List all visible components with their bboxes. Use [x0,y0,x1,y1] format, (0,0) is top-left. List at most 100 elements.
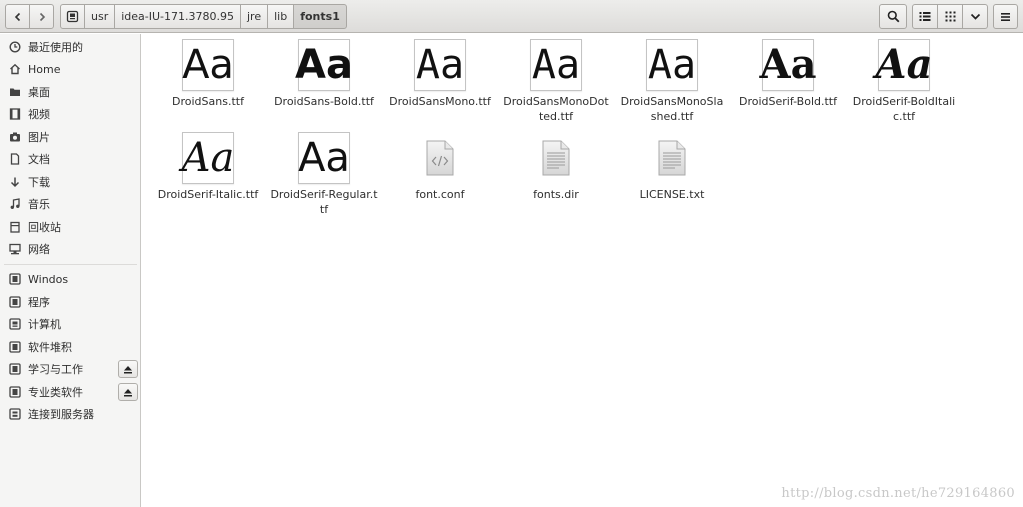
grid-view-button[interactable] [937,4,963,29]
breadcrumb-usr[interactable]: usr [84,4,116,29]
drive-icon [8,296,21,309]
font-preview-thumbnail: Aa [530,39,582,91]
file-item[interactable]: Aa DroidSansMonoDotted.ttf [498,39,614,124]
sidebar-item-trash[interactable]: 回收站 [0,216,140,238]
sidebar-item-label: 回收站 [28,221,61,234]
sidebar: 最近使用的 Home 桌面 视频 图片 文档 下载 音乐 回收站 网络 Wind… [0,34,141,507]
sidebar-item-pro-software[interactable]: 专业类软件 [0,381,140,403]
font-preview-thumbnail: Aa [760,39,816,91]
file-name: LICENSE.txt [639,188,705,201]
sidebar-item-software-pile[interactable]: 软件堆积 [0,336,140,358]
forward-button[interactable] [29,4,54,29]
file-name: DroidSerif-BoldItalic.ttf [852,95,956,123]
sidebar-item-label: 音乐 [28,198,50,211]
sidebar-item-label: Home [28,62,61,76]
chevron-left-icon [14,12,20,21]
sidebar-item-label: 程序 [28,296,50,309]
sidebar-item-label: 图片 [28,131,50,144]
file-item[interactable]: Aa DroidSerif-Regular.ttf [266,132,382,217]
drive-icon [8,273,21,286]
sidebar-item-computer[interactable]: 计算机 [0,313,140,335]
sidebar-item-programs[interactable]: 程序 [0,291,140,313]
sidebar-item-music[interactable]: 音乐 [0,193,140,215]
font-preview-thumbnail: Aa [646,39,698,91]
breadcrumb-root[interactable] [60,4,85,29]
document-icon [8,153,21,166]
search-button[interactable] [879,4,907,29]
sidebar-item-home[interactable]: Home [0,58,140,80]
sidebar-item-documents[interactable]: 文档 [0,148,140,170]
file-item[interactable]: Aa DroidSans.ttf [150,39,266,109]
file-name: DroidSerif-Regular.ttf [270,188,378,216]
camera-icon [8,131,21,144]
file-name: DroidSansMono.ttf [389,95,491,108]
sidebar-item-videos[interactable]: 视频 [0,103,140,125]
file-grid: Aa DroidSans.ttf Aa DroidSans-Bold.ttf A… [142,34,1023,507]
sidebar-item-study-work[interactable]: 学习与工作 [0,358,140,380]
breadcrumb-jre[interactable]: jre [240,4,269,29]
breadcrumb-fonts1[interactable]: fonts1 [293,4,347,29]
sidebar-item-pictures[interactable]: 图片 [0,126,140,148]
sidebar-item-downloads[interactable]: 下载 [0,171,140,193]
file-item[interactable]: Aa DroidSerif-BoldItalic.ttf [846,39,962,124]
home-icon [8,63,21,76]
sidebar-item-label: 网络 [28,243,50,256]
file-item[interactable]: Aa DroidSansMono.ttf [382,39,498,109]
file-item[interactable]: fonts.dir [498,132,614,202]
text-file-icon [646,132,698,184]
chevron-right-icon [39,12,45,21]
font-preview-thumbnail: Aa [295,39,353,91]
sidebar-item-label: Windos [28,272,69,286]
list-view-button[interactable] [912,4,938,29]
view-options-dropdown[interactable] [962,4,988,29]
eject-button[interactable] [118,360,138,378]
font-preview-thumbnail: Aa [298,132,350,184]
file-name: DroidSerif-Bold.ttf [738,95,837,108]
sidebar-item-recent[interactable]: 最近使用的 [0,36,140,58]
file-item[interactable]: LICENSE.txt [614,132,730,202]
chevron-down-icon [970,13,980,20]
file-name: DroidSansMonoSlashed.ttf [620,95,724,123]
drive-icon [8,386,21,399]
network-icon [8,243,21,256]
computer-icon [8,318,21,331]
search-icon [887,10,899,23]
file-item[interactable]: Aa DroidSansMonoSlashed.ttf [614,39,730,124]
sidebar-item-label: 连接到服务器 [28,408,94,421]
file-item[interactable]: Aa DroidSerif-Bold.ttf [730,39,846,109]
app-menu-button[interactable] [993,4,1018,29]
sidebar-item-label: 专业类软件 [28,386,83,399]
font-preview-thumbnail: Aa [182,132,234,184]
hamburger-menu-icon [1001,12,1010,21]
text-file-icon [530,132,582,184]
sidebar-separator [4,264,137,265]
file-name: font.conf [415,188,465,201]
font-preview-thumbnail: Aa [876,39,932,91]
sidebar-item-label: 下载 [28,176,50,189]
header-bar: usr idea-IU-171.3780.95 jre lib fonts1 [0,0,1023,33]
sidebar-item-connect-server[interactable]: 连接到服务器 [0,403,140,425]
video-icon [8,108,21,121]
file-name: DroidSans-Bold.ttf [274,95,374,108]
breadcrumb-lib[interactable]: lib [267,4,295,29]
file-item[interactable]: Aa DroidSerif-Italic.ttf [150,132,266,202]
drive-icon [66,10,79,23]
sidebar-item-windos[interactable]: Windos [0,268,140,290]
sidebar-item-label: 最近使用的 [28,41,83,54]
list-view-icon [919,12,931,21]
file-item[interactable]: font.conf [382,132,498,202]
eject-icon [124,388,132,396]
sidebar-item-label: 视频 [28,108,50,121]
back-button[interactable] [5,4,30,29]
server-icon [8,408,21,421]
sidebar-item-network[interactable]: 网络 [0,238,140,260]
drive-icon [8,363,21,376]
eject-button[interactable] [118,383,138,401]
music-icon [8,198,21,211]
font-preview-thumbnail: Aa [414,39,466,91]
sidebar-item-label: 软件堆积 [28,341,72,354]
breadcrumb-idea[interactable]: idea-IU-171.3780.95 [114,4,241,29]
file-item[interactable]: Aa DroidSans-Bold.ttf [266,39,382,109]
drive-icon [8,341,21,354]
sidebar-item-desktop[interactable]: 桌面 [0,81,140,103]
